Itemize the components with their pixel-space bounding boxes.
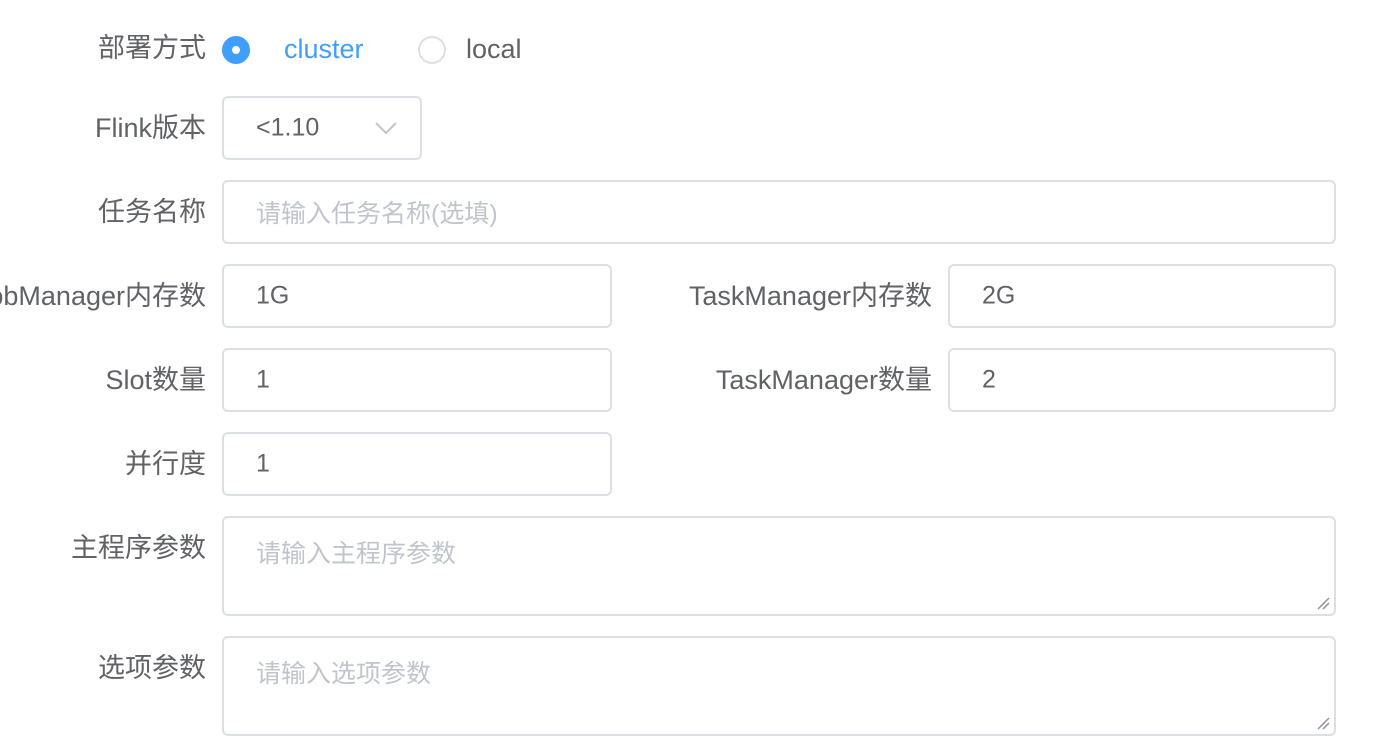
slot-count-value: 1 <box>256 365 270 394</box>
option-args-textarea[interactable]: 请输入选项参数 <box>222 636 1336 736</box>
flink-version-value: <1.10 <box>256 113 320 142</box>
main-args-textarea[interactable]: 请输入主程序参数 <box>222 516 1336 616</box>
task-name-placeholder: 请输入任务名称(选填) <box>256 200 498 228</box>
slot-count-label: Slot数量 <box>105 365 206 395</box>
slot-count-input[interactable]: 1 <box>222 348 612 412</box>
task-manager-memory-label: TaskManager内存数 <box>688 281 932 311</box>
radio-local[interactable]: local <box>418 34 522 65</box>
radio-cluster-label[interactable]: cluster <box>284 34 364 65</box>
parallelism-label: 并行度 <box>125 449 206 479</box>
resize-handle-icon[interactable] <box>1316 596 1330 610</box>
job-manager-memory-label: JobManager内存数 <box>0 281 206 311</box>
option-args-label: 选项参数 <box>98 653 206 683</box>
option-args-placeholder: 请输入选项参数 <box>256 660 432 688</box>
job-manager-memory-value: 1G <box>256 281 290 310</box>
flink-version-label: Flink版本 <box>94 113 206 143</box>
task-name-input[interactable]: 请输入任务名称(选填) <box>222 180 1336 244</box>
radio-cluster-indicator[interactable] <box>222 35 250 64</box>
chevron-down-icon[interactable] <box>374 121 398 135</box>
flink-deploy-form: 部署方式 cluster local Flink版本 <1.10 任务名称 请输… <box>0 0 1378 756</box>
resize-handle-icon[interactable] <box>1316 716 1330 730</box>
main-args-placeholder: 请输入主程序参数 <box>256 540 457 568</box>
job-manager-memory-input[interactable]: 1G <box>222 264 612 328</box>
radio-cluster[interactable]: cluster <box>222 34 364 65</box>
main-args-label: 主程序参数 <box>71 533 206 563</box>
radio-local-indicator[interactable] <box>418 35 446 64</box>
parallelism-input[interactable]: 1 <box>222 432 612 496</box>
deploy-mode-label: 部署方式 <box>98 33 206 63</box>
task-manager-count-value: 2 <box>982 365 996 394</box>
flink-version-select[interactable]: <1.10 <box>222 96 422 160</box>
task-manager-memory-input[interactable]: 2G <box>948 264 1336 328</box>
parallelism-value: 1 <box>256 449 270 478</box>
task-manager-memory-value: 2G <box>982 281 1016 310</box>
task-manager-count-label: TaskManager数量 <box>715 365 932 395</box>
radio-local-label[interactable]: local <box>466 34 522 65</box>
task-name-label: 任务名称 <box>98 197 206 227</box>
task-manager-count-input[interactable]: 2 <box>948 348 1336 412</box>
